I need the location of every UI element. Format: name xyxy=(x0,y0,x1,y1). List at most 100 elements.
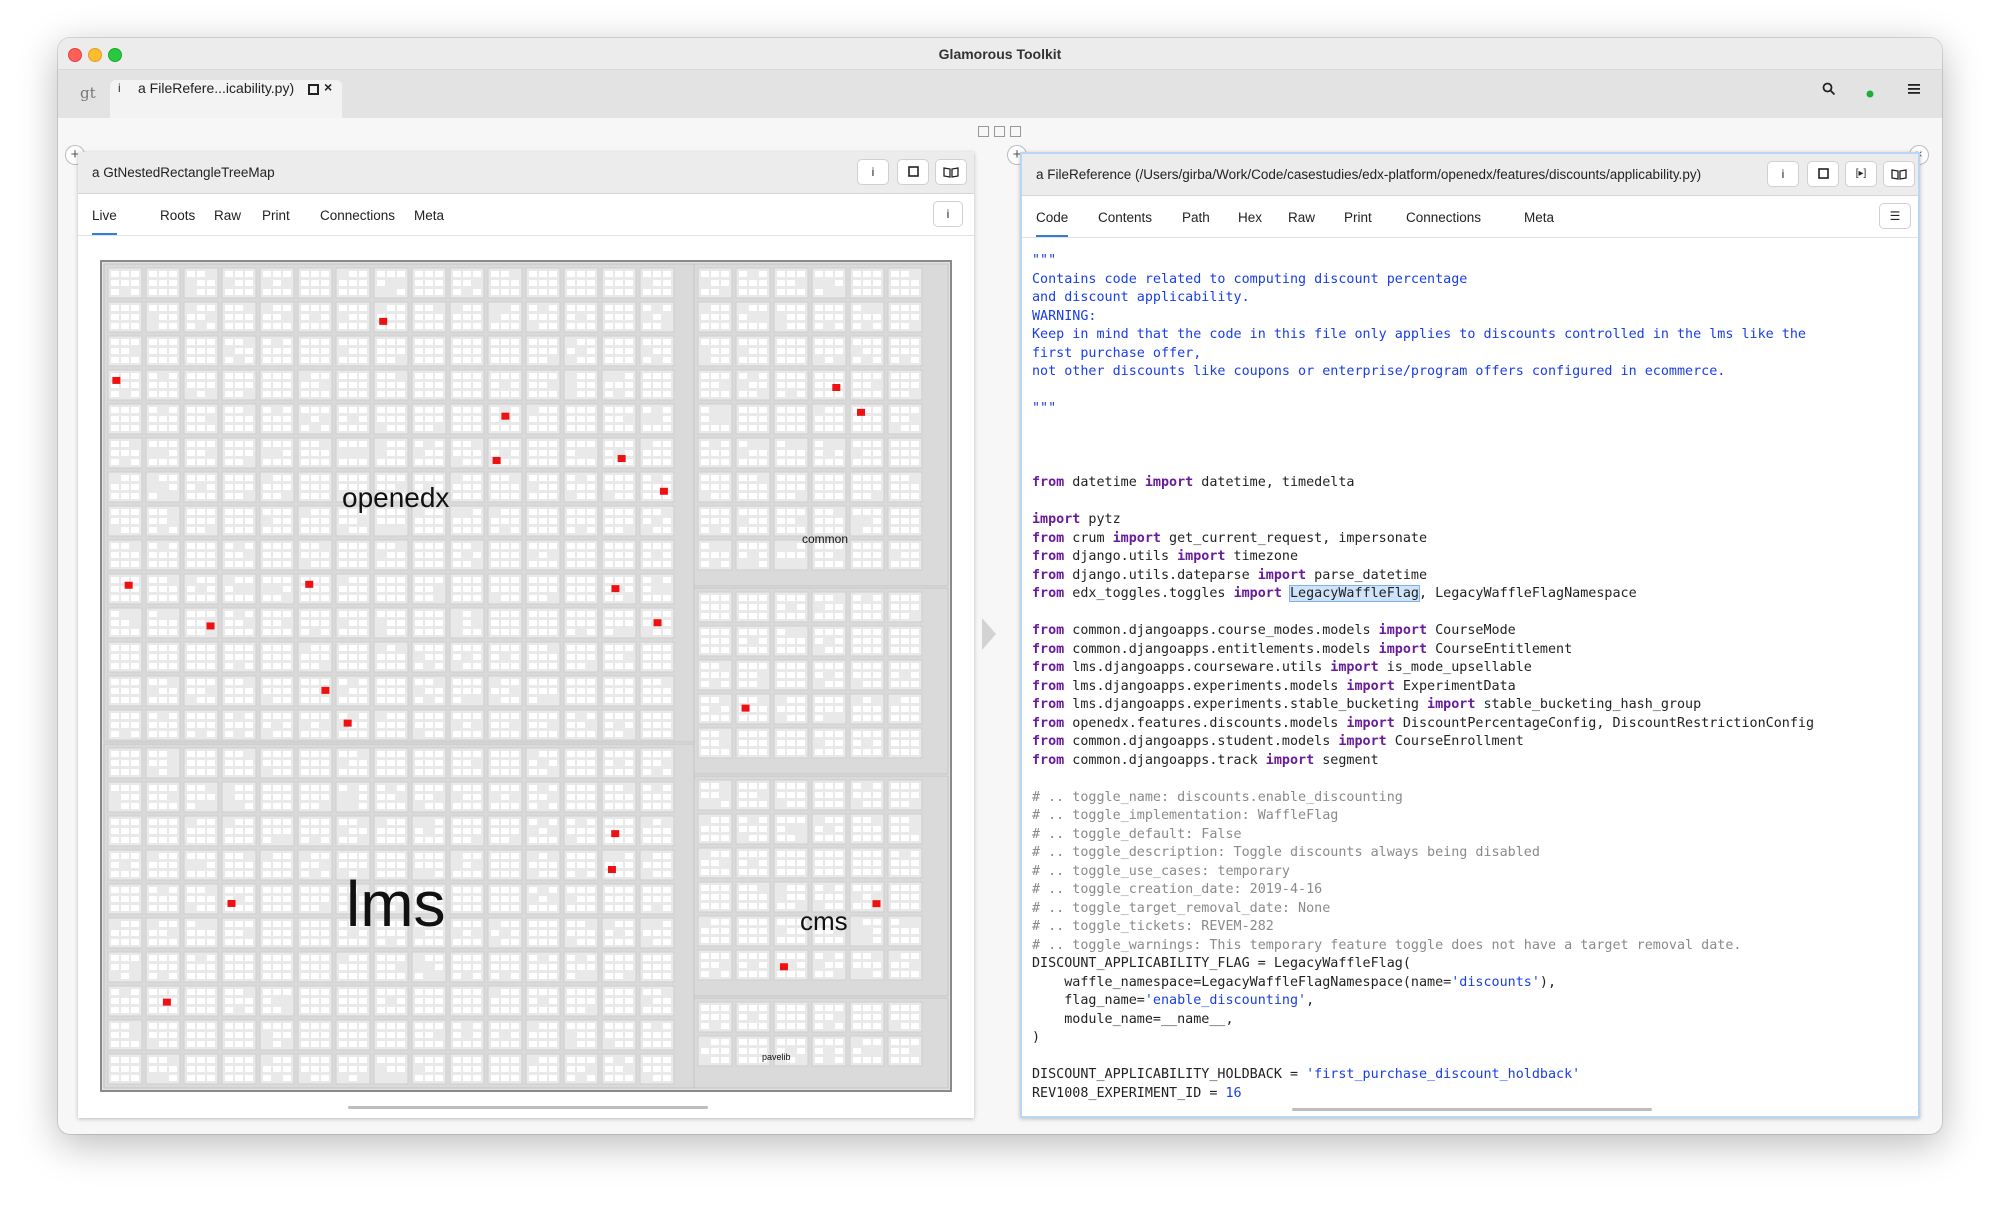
treemap-file xyxy=(653,713,661,719)
pane-splitter-arrow-icon[interactable] xyxy=(982,618,996,650)
treemap-file xyxy=(187,611,195,617)
tab-close-icon[interactable]: × xyxy=(324,79,332,95)
treemap-file xyxy=(121,629,129,635)
maximize-button[interactable] xyxy=(898,160,928,184)
selected-text[interactable]: LegacyWaffleFlag xyxy=(1289,585,1420,602)
search-icon[interactable] xyxy=(1822,82,1836,100)
treemap-file xyxy=(721,1014,729,1020)
treemap-file xyxy=(721,493,729,499)
treemap-file xyxy=(749,527,757,533)
treemap-file xyxy=(121,493,129,499)
tab-connections[interactable]: Connections xyxy=(1406,210,1481,225)
treemap-file xyxy=(397,751,405,757)
treemap-file xyxy=(549,416,557,422)
book-icon[interactable] xyxy=(1884,162,1914,186)
treemap-file xyxy=(759,613,767,619)
tab-contents[interactable]: Contents xyxy=(1098,210,1152,225)
treemap-file xyxy=(587,407,595,413)
treemap-file xyxy=(225,407,233,413)
tab-path[interactable]: Path xyxy=(1182,210,1210,225)
treemap-file xyxy=(777,1039,785,1045)
treemap-file xyxy=(653,794,661,800)
treemap-file xyxy=(797,663,805,669)
treemap-file xyxy=(321,939,329,945)
tab-meta[interactable]: Meta xyxy=(414,208,444,223)
treemap-file xyxy=(397,339,405,345)
treemap-file xyxy=(901,971,909,977)
pager-indicator[interactable] xyxy=(978,124,1026,142)
tab-live[interactable]: Live xyxy=(92,208,117,235)
treemap-file xyxy=(207,1007,215,1013)
tab-print[interactable]: Print xyxy=(1344,210,1372,225)
treemap-file xyxy=(567,475,575,481)
treemap-file xyxy=(187,654,195,660)
treemap-file xyxy=(605,450,613,456)
treemap-file xyxy=(901,305,909,311)
treemap-file xyxy=(701,382,709,388)
treemap-file xyxy=(197,407,205,413)
treemap-file xyxy=(643,391,651,397)
tab-roots[interactable]: Roots xyxy=(160,208,195,223)
treemap-file xyxy=(197,543,205,549)
treemap-file xyxy=(777,552,785,558)
treemap-file xyxy=(653,654,661,660)
maximize-button[interactable] xyxy=(1808,162,1838,186)
treemap-file xyxy=(787,817,795,823)
tab-raw[interactable]: Raw xyxy=(1288,210,1315,225)
tab-connections[interactable]: Connections xyxy=(320,208,395,223)
treemap-file xyxy=(121,785,129,791)
play-button[interactable]: [▸] xyxy=(1846,162,1876,186)
treemap-file xyxy=(321,1032,329,1038)
treemap-file xyxy=(359,425,367,431)
treemap-file xyxy=(901,348,909,354)
treemap-file xyxy=(511,493,519,499)
treemap-file xyxy=(339,323,347,329)
code-scrollbar[interactable] xyxy=(1292,1108,1652,1111)
code-editor[interactable]: """ Contains code related to computing di… xyxy=(1032,252,1908,1103)
tab-hex[interactable]: Hex xyxy=(1238,210,1262,225)
treemap-file xyxy=(891,493,899,499)
treemap-file xyxy=(815,459,823,465)
treemap-scrollbar[interactable] xyxy=(348,1106,708,1109)
inspect-button[interactable]: i xyxy=(1768,162,1798,186)
treemap-file xyxy=(815,339,823,345)
treemap-file xyxy=(207,697,215,703)
gt-window: Glamorous Toolkit gt i a FileRefere...ic… xyxy=(58,38,1942,1134)
treemap-file xyxy=(149,577,157,583)
tab-code[interactable]: Code xyxy=(1036,210,1069,237)
tab-print[interactable]: Print xyxy=(262,208,290,223)
treemap-file xyxy=(749,305,757,311)
view-info-button[interactable]: i xyxy=(934,202,962,226)
treemap-file xyxy=(759,919,767,925)
treemap-file xyxy=(863,314,871,320)
treemap-file xyxy=(491,887,499,893)
tab-maximize-icon[interactable] xyxy=(308,84,319,95)
treemap-file xyxy=(225,620,233,626)
tab-meta[interactable]: Meta xyxy=(1524,210,1554,225)
inspect-button[interactable]: i xyxy=(858,160,888,184)
treemap-file xyxy=(653,688,661,694)
treemap-file xyxy=(339,611,347,617)
tab-raw[interactable]: Raw xyxy=(214,208,241,223)
tab-label[interactable]: a FileRefere...icability.py) xyxy=(138,80,294,96)
treemap-file xyxy=(235,871,243,877)
treemap-file xyxy=(149,1057,157,1063)
treemap-file xyxy=(187,1023,195,1029)
treemap-file xyxy=(273,1007,281,1013)
menu-icon[interactable] xyxy=(1908,82,1920,99)
treemap-file xyxy=(207,905,215,911)
treemap-file xyxy=(511,862,519,868)
view-menu-button[interactable]: ☰ xyxy=(1880,204,1910,228)
book-icon[interactable] xyxy=(936,160,966,184)
treemap-file xyxy=(625,679,633,685)
treemap-file xyxy=(377,1007,385,1013)
treemap-file xyxy=(873,928,881,934)
treemap-view[interactable]: openedx common lms cms pavelib xyxy=(100,260,952,1092)
treemap-file xyxy=(121,697,129,703)
treemap-file xyxy=(759,289,767,295)
treemap-file xyxy=(131,688,139,694)
gt-logo[interactable]: gt xyxy=(80,84,96,102)
treemap-file xyxy=(225,964,233,970)
treemap-file xyxy=(473,828,481,834)
treemap-file xyxy=(863,271,871,277)
